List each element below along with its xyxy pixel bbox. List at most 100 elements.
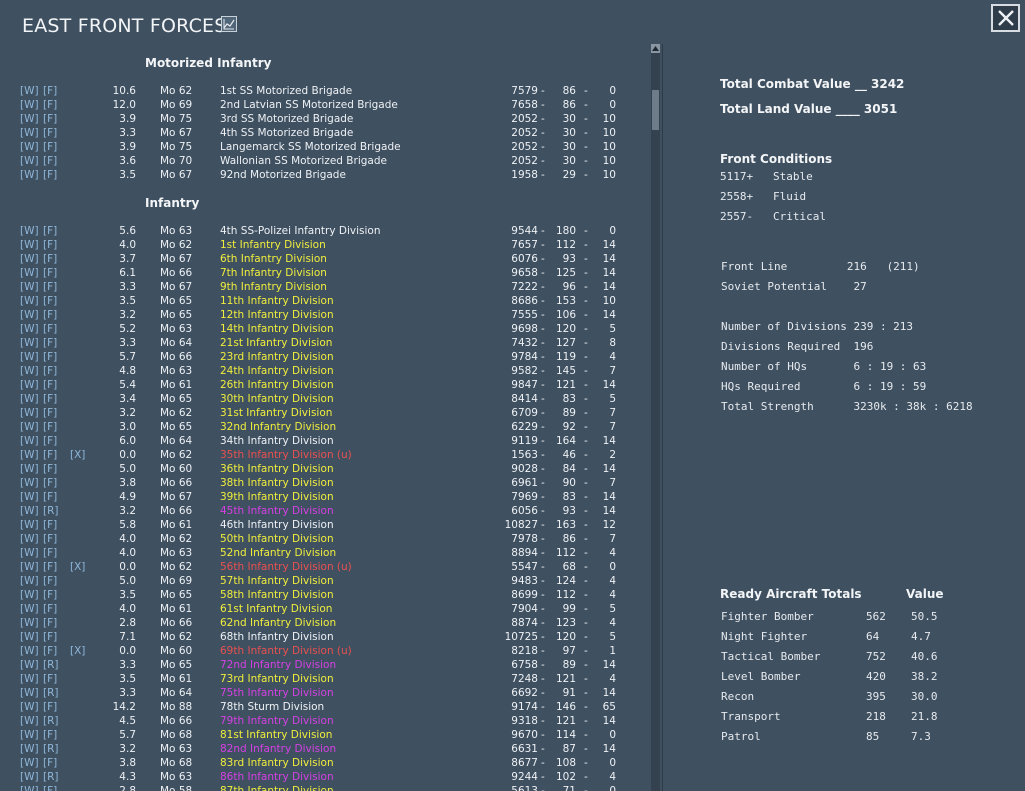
f-tag[interactable]: [F]	[43, 224, 57, 238]
unit-row[interactable]: [W] [F] 3.2 Mo 65 12th Infantry Division 7555…	[0, 308, 649, 322]
unit-row[interactable]: [W] [F] 10.6 Mo 62 1st SS Motorized Brigade 7…	[0, 84, 649, 98]
f-tag[interactable]: [F]	[43, 448, 57, 462]
w-tag[interactable]: [W]	[20, 406, 39, 420]
unit-row[interactable]: [W] [F] 6.0 Mo 64 34th Infantry Division 9119…	[0, 434, 649, 448]
f-tag[interactable]: [F]	[43, 616, 57, 630]
unit-name[interactable]: 23rd Infantry Division	[220, 350, 334, 364]
unit-row[interactable]: [W] [F] 5.0 Mo 60 36th Infantry Division 9028…	[0, 462, 649, 476]
w-tag[interactable]: [W]	[20, 322, 39, 336]
f-tag[interactable]: [F]	[43, 112, 57, 126]
w-tag[interactable]: [W]	[20, 378, 39, 392]
unit-row[interactable]: [W] [F] 4.0 Mo 62 1st Infantry Division 7657-…	[0, 238, 649, 252]
f-tag[interactable]: [F]	[43, 140, 57, 154]
unit-row[interactable]: [W] [F] 7.1 Mo 62 68th Infantry Division 1072…	[0, 630, 649, 644]
unit-name[interactable]: 75th Infantry Division	[220, 686, 334, 700]
unit-name[interactable]: 45th Infantry Division	[220, 504, 334, 518]
unit-name[interactable]: Wallonian SS Motorized Brigade	[220, 154, 387, 168]
w-tag[interactable]: [W]	[20, 84, 39, 98]
w-tag[interactable]: [W]	[20, 504, 39, 518]
unit-row[interactable]: [W] [R] 3.2 Mo 63 82nd Infantry Division 6631…	[0, 742, 649, 756]
f-tag[interactable]: [F]	[43, 98, 57, 112]
f-tag[interactable]: [F]	[43, 490, 57, 504]
unit-name[interactable]: 83rd Infantry Division	[220, 756, 334, 770]
unit-name[interactable]: 73rd Infantry Division	[220, 672, 334, 686]
unit-name[interactable]: 1st SS Motorized Brigade	[220, 84, 352, 98]
unit-row[interactable]: [W] [F] 4.0 Mo 63 52nd Infantry Division 8894…	[0, 546, 649, 560]
unit-row[interactable]: [W] [F] 3.9 Mo 75 Langemarck SS Motorized Br…	[0, 140, 649, 154]
f-tag[interactable]: [F]	[43, 574, 57, 588]
unit-name[interactable]: 46th Infantry Division	[220, 518, 334, 532]
f-tag[interactable]: [F]	[43, 728, 57, 742]
w-tag[interactable]: [W]	[20, 98, 39, 112]
f-tag[interactable]: [R]	[43, 770, 59, 784]
w-tag[interactable]: [W]	[20, 490, 39, 504]
f-tag[interactable]: [F]	[43, 784, 57, 791]
unit-name[interactable]: Langemarck SS Motorized Brigade	[220, 140, 401, 154]
w-tag[interactable]: [W]	[20, 672, 39, 686]
unit-row[interactable]: [W] [F] 3.3 Mo 64 21st Infantry Division 7432…	[0, 336, 649, 350]
close-button[interactable]	[991, 4, 1020, 32]
w-tag[interactable]: [W]	[20, 434, 39, 448]
unit-name[interactable]: 81st Infantry Division	[220, 728, 332, 742]
f-tag[interactable]: [F]	[43, 630, 57, 644]
w-tag[interactable]: [W]	[20, 476, 39, 490]
w-tag[interactable]: [W]	[20, 784, 39, 791]
f-tag[interactable]: [R]	[43, 686, 59, 700]
unit-name[interactable]: 68th Infantry Division	[220, 630, 334, 644]
unit-name[interactable]: 30th Infantry Division	[220, 392, 334, 406]
w-tag[interactable]: [W]	[20, 420, 39, 434]
w-tag[interactable]: [W]	[20, 770, 39, 784]
unit-row[interactable]: [W] [F] 3.5 Mo 65 11th Infantry Division 8686…	[0, 294, 649, 308]
w-tag[interactable]: [W]	[20, 714, 39, 728]
unit-row[interactable]: [W] [F] 5.4 Mo 61 26th Infantry Division 9847…	[0, 378, 649, 392]
unit-row[interactable]: [W] [F] 4.8 Mo 63 24th Infantry Division 9582…	[0, 364, 649, 378]
f-tag[interactable]: [F]	[43, 322, 57, 336]
unit-name[interactable]: 69th Infantry Division (u)	[220, 644, 352, 658]
f-tag[interactable]: [F]	[43, 406, 57, 420]
unit-row[interactable]: [W] [F] [X] 0.0 Mo 62 56th Infantry Division …	[0, 560, 649, 574]
x-tag[interactable]: [X]	[70, 560, 85, 574]
unit-name[interactable]: 50th Infantry Division	[220, 532, 334, 546]
f-tag[interactable]: [F]	[43, 350, 57, 364]
w-tag[interactable]: [W]	[20, 546, 39, 560]
unit-name[interactable]: 87th Infantry Division	[220, 784, 334, 791]
w-tag[interactable]: [W]	[20, 168, 39, 182]
unit-row[interactable]: [W] [F] 3.9 Mo 75 3rd SS Motorized Brigade 20…	[0, 112, 649, 126]
f-tag[interactable]: [F]	[43, 266, 57, 280]
w-tag[interactable]: [W]	[20, 350, 39, 364]
unit-name[interactable]: 35th Infantry Division (u)	[220, 448, 352, 462]
unit-row[interactable]: [W] [R] 3.3 Mo 65 72nd Infantry Division 6758…	[0, 658, 649, 672]
unit-name[interactable]: 86th Infantry Division	[220, 770, 334, 784]
w-tag[interactable]: [W]	[20, 630, 39, 644]
unit-name[interactable]: 52nd Infantry Division	[220, 546, 336, 560]
w-tag[interactable]: [W]	[20, 742, 39, 756]
f-tag[interactable]: [F]	[43, 378, 57, 392]
unit-row[interactable]: [W] [F] 5.6 Mo 63 4th SS-Polizei Infantry Di…	[0, 224, 649, 238]
w-tag[interactable]: [W]	[20, 644, 39, 658]
f-tag[interactable]: [F]	[43, 476, 57, 490]
f-tag[interactable]: [F]	[43, 420, 57, 434]
w-tag[interactable]: [W]	[20, 112, 39, 126]
unit-name[interactable]: 9th Infantry Division	[220, 280, 327, 294]
w-tag[interactable]: [W]	[20, 700, 39, 714]
unit-row[interactable]: [W] [F] 2.8 Mo 66 62nd Infantry Division 8874…	[0, 616, 649, 630]
unit-row[interactable]: [W] [F] 5.2 Mo 63 14th Infantry Division 9698…	[0, 322, 649, 336]
unit-name[interactable]: 39th Infantry Division	[220, 490, 334, 504]
w-tag[interactable]: [W]	[20, 126, 39, 140]
unit-name[interactable]: 24th Infantry Division	[220, 364, 334, 378]
unit-row[interactable]: [W] [R] 3.2 Mo 66 45th Infantry Division 6056…	[0, 504, 649, 518]
f-tag[interactable]: [F]	[43, 238, 57, 252]
unit-row[interactable]: [W] [F] 4.0 Mo 62 50th Infantry Division 7978…	[0, 532, 649, 546]
unit-name[interactable]: 57th Infantry Division	[220, 574, 334, 588]
x-tag[interactable]: [X]	[70, 448, 85, 462]
f-tag[interactable]: [F]	[43, 84, 57, 98]
f-tag[interactable]: [F]	[43, 336, 57, 350]
unit-row[interactable]: [W] [F] [X] 0.0 Mo 60 69th Infantry Division …	[0, 644, 649, 658]
scroll-thumb[interactable]	[652, 90, 659, 130]
unit-name[interactable]: 2nd Latvian SS Motorized Brigade	[220, 98, 398, 112]
f-tag[interactable]: [F]	[43, 392, 57, 406]
unit-name[interactable]: 79th Infantry Division	[220, 714, 334, 728]
w-tag[interactable]: [W]	[20, 462, 39, 476]
unit-name[interactable]: 26th Infantry Division	[220, 378, 334, 392]
unit-row[interactable]: [W] [F] 3.5 Mo 65 58th Infantry Division 8699…	[0, 588, 649, 602]
